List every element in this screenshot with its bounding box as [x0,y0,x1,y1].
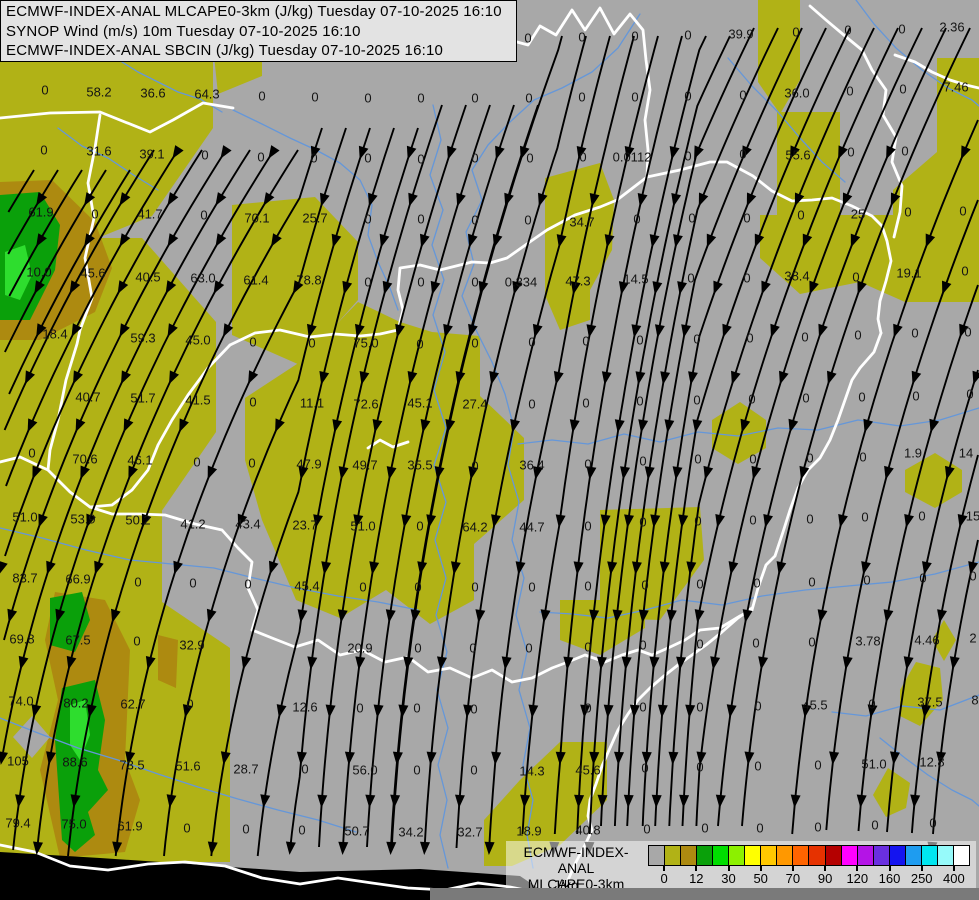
title-line-sbcin: ECMWF-INDEX-ANAL SBCIN (J/kg) Tuesday 07… [6,41,511,61]
weather-map: 000039.90002.36058.236.664.3000000000036… [0,0,979,900]
colorbar-cell [857,845,874,866]
title-line-synop-wind: SYNOP Wind (m/s) 10m Tuesday 07-10-2025 … [6,22,511,42]
colorbar-cell [825,845,842,866]
colorbar-ticklabel: 120 [846,871,868,886]
colorbar-cell [696,845,713,866]
colorbar-cell [937,845,954,866]
colorbar-cell [760,845,777,866]
colorbar-ticklabel: 30 [721,871,735,886]
colorbar-cell [648,845,665,866]
colorbar-ticklabel: 400 [943,871,965,886]
product-title-box: ECMWF-INDEX-ANAL MLCAPE0-3km (J/kg) Tues… [0,0,517,62]
colorbar-cell [873,845,890,866]
bottom-band [430,888,979,900]
colorbar-ticklabel: 90 [818,871,832,886]
colorbar-cell [889,845,906,866]
colorbar-cell [744,845,761,866]
title-line-mlcape: ECMWF-INDEX-ANAL MLCAPE0-3km (J/kg) Tues… [6,2,511,22]
colorbar-cell [728,845,745,866]
colorbar-ticklabel: 160 [879,871,901,886]
colorbar-cell [664,845,681,866]
colorbar-ticklabel: 12 [689,871,703,886]
colorbar-cell [841,845,858,866]
colorbar-cell [776,845,793,866]
colorbar-cell [953,845,970,866]
legend-product-line1: ECMWF-INDEX-ANAL [506,844,646,876]
colorbar-legend: ECMWF-INDEX-ANAL MLCAPE0-3km J/kg 012305… [506,841,976,893]
colorbar-cell [792,845,809,866]
colorbar-cell [680,845,697,866]
colorbar-ticklabel: 250 [911,871,933,886]
map-graphics [0,0,979,900]
colorbar-cell [808,845,825,866]
colorbar-ticklabel: 0 [660,871,667,886]
colorbar-cell [712,845,729,866]
colorbar [648,845,970,866]
colorbar-ticklabel: 50 [753,871,767,886]
colorbar-ticklabel: 70 [786,871,800,886]
colorbar-cell [921,845,938,866]
colorbar-cell [905,845,922,866]
